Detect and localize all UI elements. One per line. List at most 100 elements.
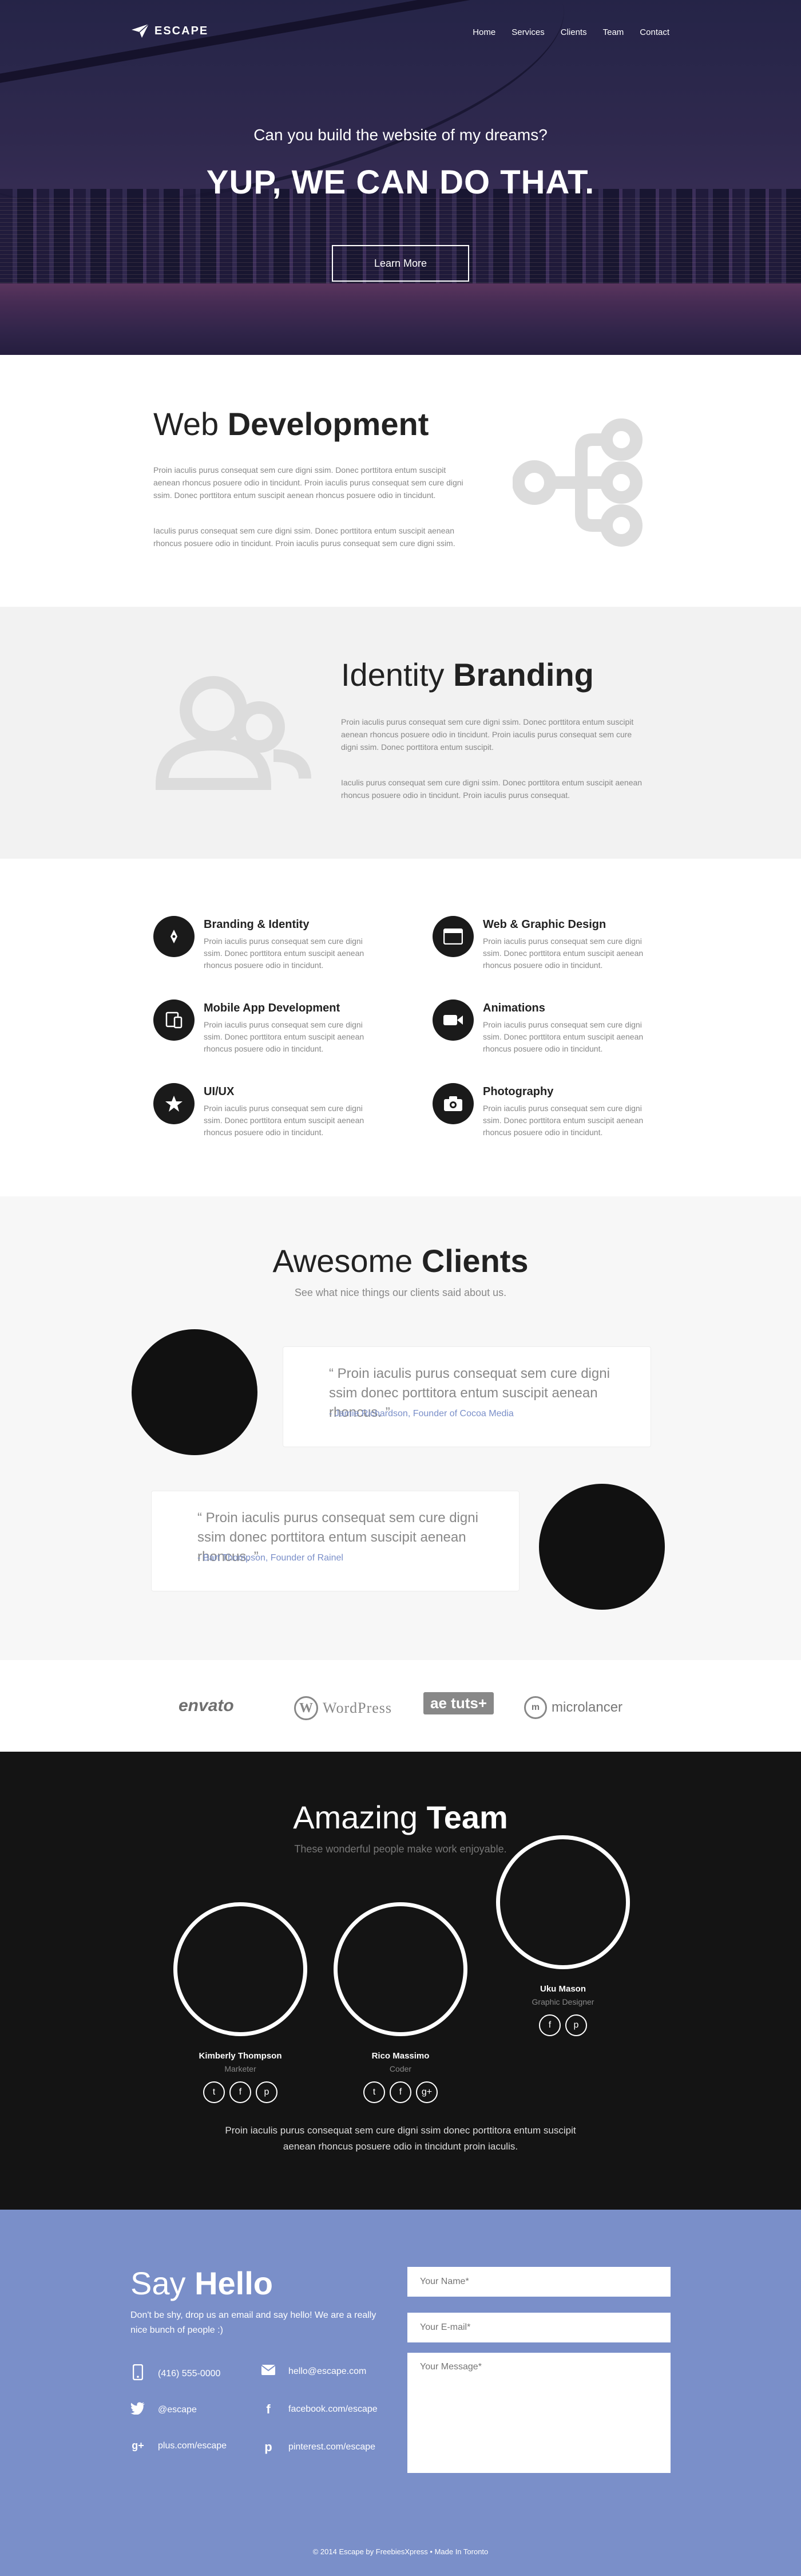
clients-subtitle: See what nice things our clients said ab… (294, 1287, 507, 1298)
facebook-icon[interactable]: f (229, 2081, 251, 2103)
testimonial-author[interactable]: - Bart Thompson, Founder of Rainel (197, 1553, 343, 1563)
wordpress-logo[interactable]: W WordPress (294, 1696, 392, 1720)
title-light: Amazing (293, 1799, 427, 1835)
facebook-icon[interactable]: f (539, 2014, 561, 2036)
client-avatar (132, 1329, 257, 1455)
nav-clients[interactable]: Clients (561, 27, 587, 37)
nav-home[interactable]: Home (473, 27, 495, 37)
contact-intro: Don't be shy, drop us an email and say h… (130, 2310, 376, 2335)
identity-branding-title: Identity Branding (341, 656, 594, 693)
google-plus-link[interactable]: plus.com/escape (158, 2441, 227, 2451)
web-development-section: Web Development Proin iaculis purus cons… (0, 355, 801, 607)
testimonial-card: “ Proin iaculis purus consequat sem cure… (283, 1346, 651, 1447)
service-title: Web & Graphic Design (483, 918, 606, 931)
email-address[interactable]: hello@escape.com (288, 2366, 366, 2377)
pinterest-link[interactable]: pinterest.com/escape (288, 2442, 375, 2452)
pinterest-icon[interactable]: p (565, 2014, 587, 2036)
service-title: Photography (483, 1085, 554, 1098)
paper-plane-icon (132, 24, 149, 38)
team-section: Amazing Team These wonderful people make… (0, 1752, 801, 2210)
contact-google-plus: g+ plus.com/escape (130, 2440, 227, 2452)
star-icon (153, 1083, 195, 1124)
tuts-plus-logo[interactable]: ae tuts+ (423, 1692, 494, 1714)
team-member-role: Graphic Designer (532, 1997, 594, 2006)
nav-services[interactable]: Services (511, 27, 545, 37)
microlancer-icon: m (524, 1696, 547, 1719)
clients-section: Awesome Clients See what nice things our… (0, 1196, 801, 1660)
hero-title: YUP, WE CAN DO THAT. (206, 164, 595, 201)
service-title: Mobile App Development (204, 1002, 340, 1014)
camera-icon (433, 1083, 474, 1124)
contact-section: Say Hello Don't be shy, drop us an email… (0, 2210, 801, 2576)
logo-text: ESCAPE (154, 24, 209, 37)
message-field[interactable] (407, 2353, 671, 2473)
contact-title: Say Hello (130, 2265, 273, 2302)
name-field[interactable] (407, 2267, 671, 2297)
facebook-icon: f (266, 2402, 271, 2416)
google-plus-icon[interactable]: g+ (416, 2081, 438, 2103)
team-member-socials: f p (494, 2014, 632, 2036)
service-description: Proin iaculis purus consequat sem cure d… (204, 937, 364, 970)
contact-twitter: @escape (130, 2402, 197, 2418)
identity-branding-paragraph-1: Proin iaculis purus consequat sem cure d… (341, 717, 634, 752)
video-icon (433, 999, 474, 1041)
testimonial-author[interactable]: - Jamie Richardson, Founder of Cocoa Med… (329, 1409, 514, 1419)
contact-phone: (416) 555-0000 (130, 2364, 220, 2384)
pinterest-icon: p (264, 2440, 272, 2454)
title-bold: Team (426, 1799, 508, 1835)
wordpress-logo-text: WordPress (323, 1700, 392, 1716)
service-title: Branding & Identity (204, 918, 310, 931)
nav-contact[interactable]: Contact (640, 27, 669, 37)
title-bold: Hello (195, 2265, 273, 2301)
team-member-socials: t f g+ (332, 2081, 469, 2103)
phone-number[interactable]: (416) 555-0000 (158, 2369, 220, 2379)
wordpress-icon: W (294, 1696, 318, 1720)
title-bold: Branding (453, 657, 594, 693)
team-member-socials: t f p (172, 2081, 309, 2103)
browser-icon (433, 916, 474, 957)
team-member-photo (496, 1835, 630, 1969)
clients-title: Awesome Clients (0, 1242, 801, 1279)
title-bold: Development (227, 406, 429, 442)
pinterest-icon[interactable]: p (256, 2081, 277, 2103)
learn-more-button[interactable]: Learn More (332, 245, 469, 282)
team-member-role: Marketer (224, 2064, 256, 2073)
twitter-icon[interactable]: t (203, 2081, 225, 2103)
web-development-paragraph-1: Proin iaculis purus consequat sem cure d… (153, 465, 463, 500)
title-light: Web (153, 406, 228, 442)
nav-team[interactable]: Team (603, 27, 624, 37)
team-member-name: Kimberly Thompson (199, 2051, 282, 2061)
contact-pinterest: p pinterest.com/escape (261, 2440, 375, 2455)
email-field[interactable] (407, 2313, 671, 2342)
client-avatar (539, 1484, 665, 1610)
tuts-plus-logo-text: tuts+ (451, 1694, 487, 1712)
envato-logo[interactable]: envato (179, 1696, 234, 1716)
service-description: Proin iaculis purus consequat sem cure d… (204, 1104, 364, 1137)
service-description: Proin iaculis purus consequat sem cure d… (483, 937, 644, 970)
services-section: Branding & Identity Proin iaculis purus … (0, 859, 801, 1196)
site-logo[interactable]: ESCAPE (132, 24, 208, 38)
team-member-role: Coder (389, 2064, 412, 2073)
service-description: Proin iaculis purus consequat sem cure d… (204, 1020, 364, 1053)
twitter-icon[interactable]: t (363, 2081, 385, 2103)
service-title: UI/UX (204, 1085, 235, 1098)
facebook-icon[interactable]: f (390, 2081, 411, 2103)
hero-subtitle: Can you build the website of my dreams? (253, 126, 548, 144)
footer-copyright: © 2014 Escape by FreebiesXpress • Made I… (312, 2547, 489, 2556)
twitter-handle[interactable]: @escape (158, 2405, 197, 2415)
pen-icon (153, 916, 195, 957)
team-member-name: Uku Mason (540, 1984, 586, 1994)
facebook-link[interactable]: facebook.com/escape (288, 2404, 378, 2415)
title-light: Awesome (272, 1243, 422, 1279)
microlancer-logo[interactable]: m microlancer (524, 1696, 622, 1719)
team-member: Uku Mason Graphic Designer f p (494, 1835, 632, 2036)
phone-icon (130, 2364, 145, 2384)
google-plus-icon: g+ (132, 2440, 144, 2451)
team-description: Proin iaculis purus consequat sem cure d… (225, 2125, 576, 2152)
team-member-photo (173, 1902, 307, 2036)
team-member-name: Rico Massimo (371, 2051, 430, 2061)
testimonial-card: “ Proin iaculis purus consequat sem cure… (151, 1491, 520, 1591)
identity-branding-section: Identity Branding Proin iaculis purus co… (0, 607, 801, 859)
main-nav: Home Services Clients Team Contact (473, 27, 669, 37)
users-icon (155, 676, 311, 790)
